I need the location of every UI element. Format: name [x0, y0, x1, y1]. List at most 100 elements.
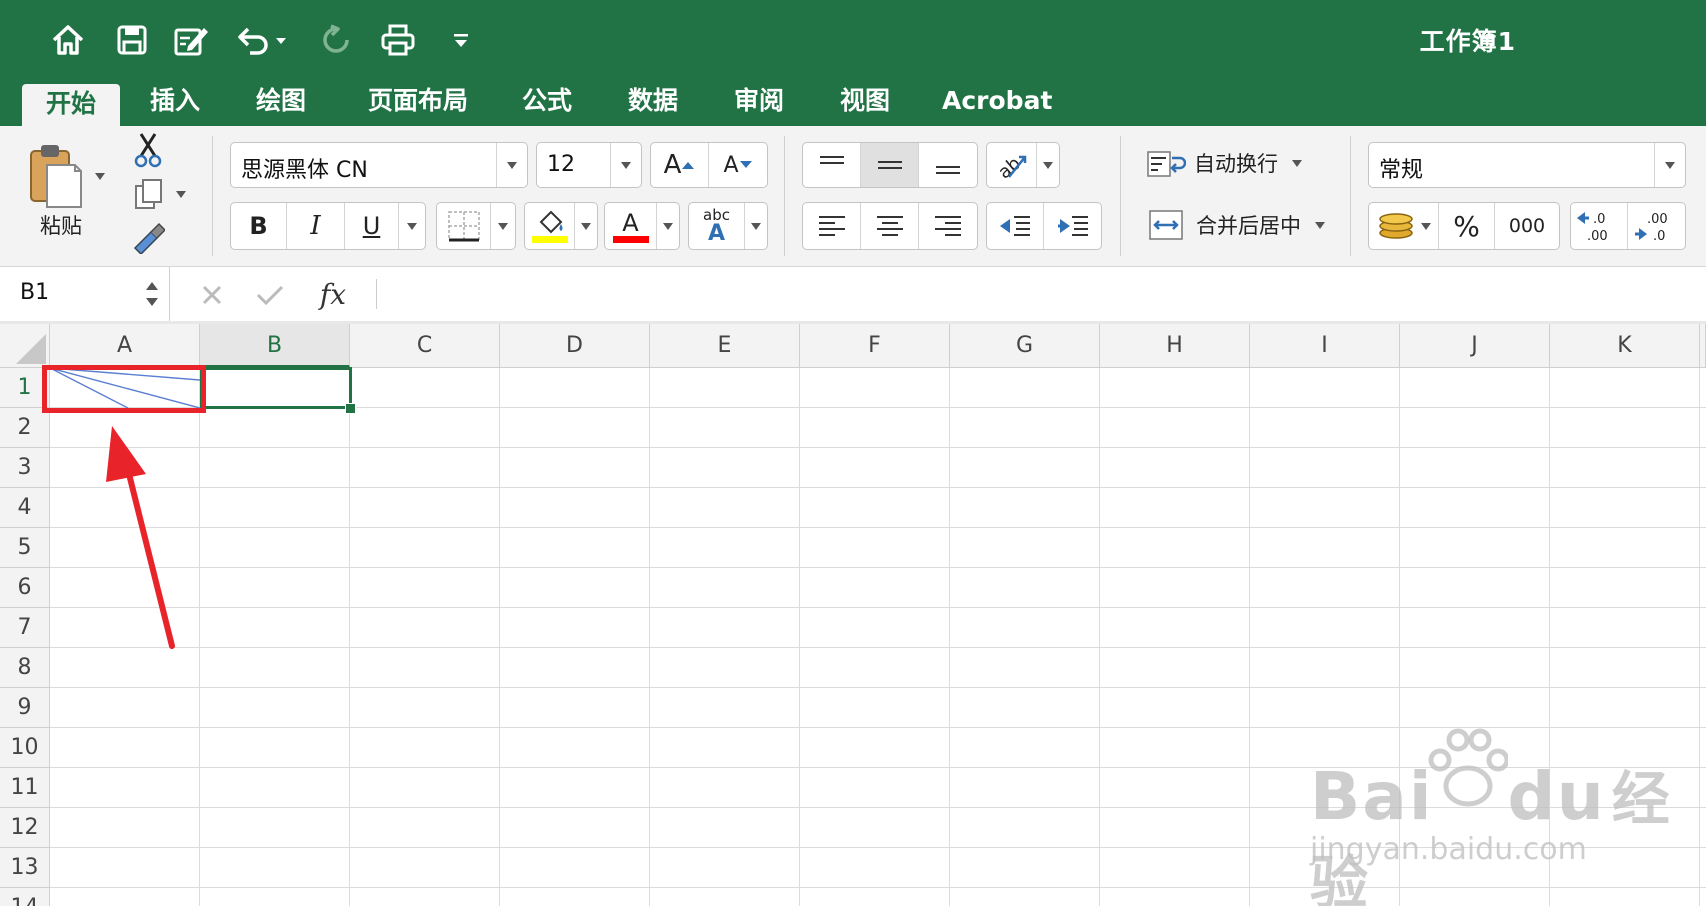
tab-acrobat[interactable]: Acrobat — [942, 78, 1052, 126]
column-header-i[interactable]: I — [1250, 324, 1400, 368]
align-middle-button[interactable] — [861, 143, 919, 187]
increase-decimal-button[interactable]: .0.00 — [1571, 203, 1629, 249]
watermark-url: jingyan.baidu.com — [1310, 832, 1587, 867]
row-header-9[interactable]: 9 — [0, 688, 50, 728]
name-box-stepper-icon[interactable] — [144, 279, 160, 309]
wrap-text-button[interactable]: 自动换行 — [1146, 140, 1316, 186]
confirm-entry-icon[interactable] — [248, 273, 292, 317]
tab-insert[interactable]: 插入 — [140, 78, 210, 126]
align-center-button[interactable] — [861, 203, 919, 249]
highlight-box — [42, 365, 206, 413]
underline-dropdown[interactable] — [399, 203, 425, 249]
orientation-button[interactable]: ab — [986, 142, 1060, 188]
tab-draw[interactable]: 绘图 — [246, 78, 316, 126]
number-format-value: 常规 — [1379, 158, 1424, 183]
align-center-icon — [876, 216, 903, 236]
fill-handle[interactable] — [345, 403, 356, 414]
row-header-5[interactable]: 5 — [0, 528, 50, 568]
tab-page-layout[interactable]: 页面布局 — [358, 78, 478, 126]
percent-style-button[interactable]: % — [1439, 203, 1495, 249]
grid-line — [50, 447, 1706, 448]
column-header-h[interactable]: H — [1100, 324, 1250, 368]
column-header-e[interactable]: E — [650, 324, 800, 368]
increase-font-size-button[interactable]: A — [651, 143, 709, 187]
name-box-value: B1 — [20, 280, 50, 305]
redo-icon[interactable] — [314, 18, 358, 62]
borders-button[interactable] — [436, 202, 516, 250]
row-header-11[interactable]: 11 — [0, 768, 50, 808]
customize-toolbar-icon[interactable] — [446, 18, 476, 62]
font-size-select[interactable]: 12 — [536, 142, 642, 188]
row-header-13[interactable]: 13 — [0, 848, 50, 888]
row-header-10[interactable]: 10 — [0, 728, 50, 768]
borders-icon — [437, 203, 491, 249]
tab-review[interactable]: 审阅 — [724, 78, 794, 126]
row-header-4[interactable]: 4 — [0, 488, 50, 528]
name-box[interactable]: B1 — [0, 267, 170, 321]
column-header-k[interactable]: K — [1550, 324, 1700, 368]
formula-input[interactable] — [390, 275, 1690, 313]
align-right-button[interactable] — [919, 203, 977, 249]
bold-button[interactable]: B — [231, 203, 287, 249]
tab-data[interactable]: 数据 — [618, 78, 688, 126]
underline-button[interactable]: U — [345, 203, 399, 249]
merge-center-button[interactable]: 合并后居中 — [1146, 200, 1336, 250]
edit-document-icon[interactable] — [170, 18, 214, 62]
row-header-14[interactable]: 14 — [0, 888, 50, 906]
grid-line — [949, 368, 950, 906]
row-header-3[interactable]: 3 — [0, 448, 50, 488]
print-icon[interactable] — [376, 18, 420, 62]
paste-label: 粘贴 — [40, 214, 82, 238]
increase-indent-button[interactable] — [1044, 203, 1101, 249]
select-all-button[interactable] — [0, 324, 50, 368]
worksheet-grid: ABCDEFGHIJK 1234567891011121314 Baidu经验 … — [0, 324, 1706, 906]
insert-function-icon[interactable]: fx — [308, 271, 358, 317]
paste-dropdown-icon[interactable] — [95, 172, 105, 180]
tab-home[interactable]: 开始 — [22, 84, 120, 126]
accounting-format-button[interactable] — [1369, 203, 1439, 249]
column-header-g[interactable]: G — [950, 324, 1100, 368]
column-header-a[interactable]: A — [50, 324, 200, 368]
row-header-6[interactable]: 6 — [0, 568, 50, 608]
column-header-b[interactable]: B — [200, 324, 350, 368]
selected-cell-b1[interactable] — [200, 367, 352, 409]
row-header-2[interactable]: 2 — [0, 408, 50, 448]
paste-button[interactable] — [20, 136, 110, 216]
save-icon[interactable] — [110, 18, 154, 62]
align-bottom-button[interactable] — [919, 143, 977, 187]
decrease-indent-button[interactable] — [987, 203, 1045, 249]
align-left-button[interactable] — [803, 203, 861, 249]
format-painter-icon[interactable] — [128, 218, 168, 258]
column-header-d[interactable]: D — [500, 324, 650, 368]
home-icon[interactable] — [46, 18, 90, 62]
column-header-j[interactable]: J — [1400, 324, 1550, 368]
title-bar: 工作簿1 — [0, 0, 1706, 78]
formula-bar: B1 fx — [0, 267, 1706, 322]
decrease-decimal-button[interactable]: .00.0 — [1628, 203, 1685, 249]
number-format-select[interactable]: 常规 — [1368, 142, 1686, 188]
column-header-c[interactable]: C — [350, 324, 500, 368]
font-color-button[interactable]: A — [604, 202, 680, 250]
horizontal-align-buttons — [802, 202, 978, 250]
tab-formulas[interactable]: 公式 — [512, 78, 582, 126]
cancel-entry-icon[interactable] — [190, 273, 234, 317]
cut-icon[interactable] — [128, 130, 168, 170]
column-header-f[interactable]: F — [800, 324, 950, 368]
italic-button[interactable]: I — [287, 203, 345, 249]
align-bottom-icon — [936, 166, 960, 174]
align-top-button[interactable] — [803, 143, 861, 187]
row-header-7[interactable]: 7 — [0, 608, 50, 648]
decrease-font-size-button[interactable]: A — [709, 143, 767, 187]
increase-decimal-icon: .0.00 — [1577, 212, 1608, 244]
font-size-buttons: A A — [650, 142, 768, 188]
text-effects-button[interactable]: abc A — [688, 202, 768, 250]
number-format-buttons: % 000 — [1368, 202, 1560, 250]
tab-view[interactable]: 视图 — [830, 78, 900, 126]
row-header-8[interactable]: 8 — [0, 648, 50, 688]
comma-style-button[interactable]: 000 — [1495, 203, 1559, 249]
copy-icon[interactable] — [128, 174, 192, 214]
undo-icon[interactable] — [232, 18, 292, 62]
font-name-select[interactable]: 思源黑体 CN — [230, 142, 528, 188]
row-header-12[interactable]: 12 — [0, 808, 50, 848]
fill-color-button[interactable] — [524, 202, 598, 250]
